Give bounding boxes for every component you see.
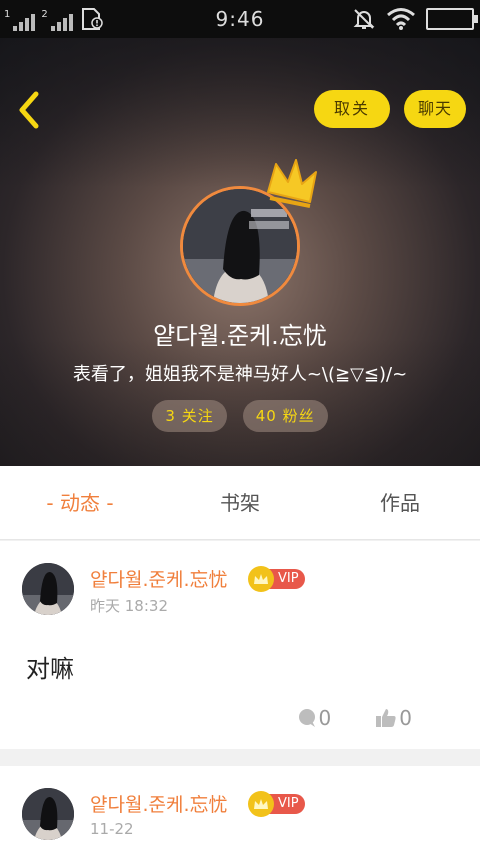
following-label: 关注: [181, 407, 214, 425]
mute-bell-icon: [353, 9, 375, 29]
vip-badge: VIP: [248, 566, 305, 592]
status-bar: 1 2 9:46: [0, 0, 480, 38]
post-actions: 0 0: [297, 706, 412, 730]
post-timestamp: 11-22: [90, 820, 134, 838]
profile-username: 얕다월.준케.忘忧: [153, 322, 327, 350]
post-timestamp: 昨天 18:32: [90, 597, 168, 615]
post-author-avatar[interactable]: [22, 563, 74, 615]
tab-activity[interactable]: - 动态 -: [20, 466, 140, 540]
post-author-avatar[interactable]: [22, 788, 74, 840]
post-avatar-image: [22, 563, 74, 615]
followers-stat[interactable]: 40 粉丝: [242, 400, 328, 432]
post-author-name[interactable]: 얕다월.준케.忘忧: [90, 790, 227, 817]
like-count: 0: [399, 706, 412, 730]
like-button[interactable]: 0: [375, 706, 412, 730]
crown-icon: [267, 159, 317, 208]
comment-button[interactable]: 0: [297, 706, 332, 730]
post-author-name[interactable]: 얕다월.준케.忘忧: [90, 565, 227, 592]
post-avatar-image: [22, 788, 74, 840]
comment-count: 0: [318, 706, 332, 730]
vip-crown-icon: [248, 791, 274, 817]
profile-bio: 表看了，姐姐我不是神马好人~\(≧▽≦)/~: [72, 364, 408, 385]
battery-icon: [426, 8, 478, 30]
profile-stats: 3 关注 40 粉丝: [0, 400, 480, 432]
feed-post[interactable]: 얕다월.준케.忘忧 VIP 11-22: [0, 766, 480, 854]
followers-label: 粉丝: [282, 407, 315, 425]
chat-button[interactable]: 聊天: [404, 90, 466, 128]
vip-badge: VIP: [248, 791, 305, 817]
thumbs-up-icon: [376, 709, 396, 727]
feed-post[interactable]: 얕다월.준케.忘忧 VIP 昨天 18:32 对嘛 0 0: [0, 541, 480, 749]
vip-crown-icon: [248, 566, 274, 592]
unfollow-button[interactable]: 取关: [314, 90, 390, 128]
system-icons: [352, 6, 478, 32]
followers-count: 40: [255, 407, 277, 425]
following-stat[interactable]: 3 关注: [152, 400, 227, 432]
tab-works[interactable]: 作品: [340, 466, 460, 540]
post-content: 对嘛: [26, 655, 74, 683]
wifi-icon: [387, 8, 415, 30]
comment-icon: [298, 709, 315, 727]
following-count: 3: [165, 407, 176, 425]
profile-header: 取关 聊天 얕다월.준케.忘忧 表看了，姐姐我不是神马好人~\(≧▽≦)/~ 3…: [0, 38, 480, 466]
profile-tabs: - 动态 - 书架 作品: [0, 466, 480, 540]
tab-bookshelf[interactable]: 书架: [180, 466, 300, 540]
back-arrow-icon[interactable]: [12, 90, 48, 130]
